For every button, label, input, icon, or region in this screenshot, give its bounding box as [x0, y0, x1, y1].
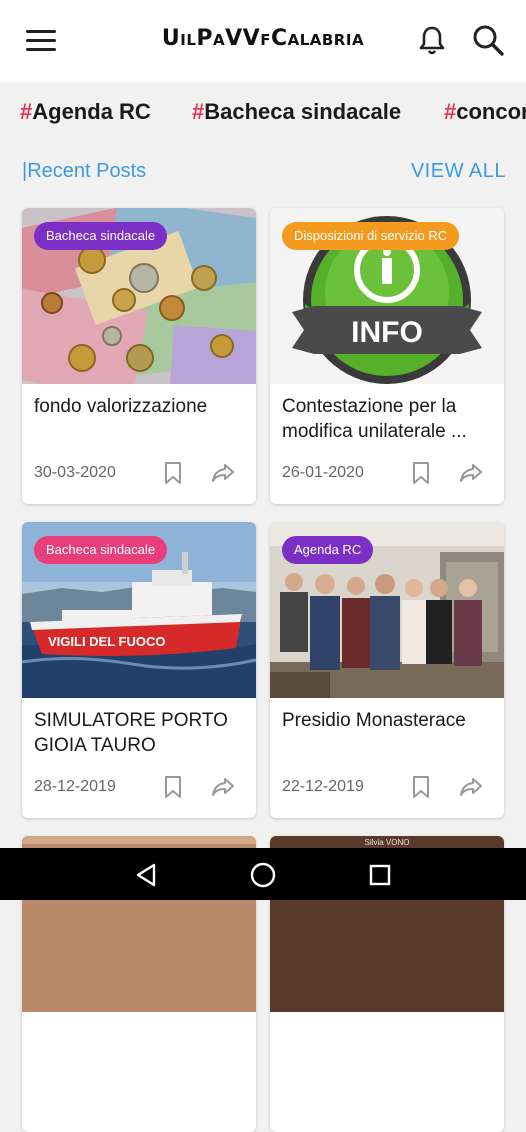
share-icon[interactable]	[210, 775, 236, 799]
share-icon[interactable]	[458, 461, 484, 485]
category-badge[interactable]: Bacheca sindacale	[34, 536, 168, 564]
fireboat-hull-text: VIGILI DEL FUOCO	[48, 634, 166, 649]
bookmark-icon[interactable]	[410, 774, 432, 800]
category-badge[interactable]: Agenda RC	[282, 536, 374, 564]
tag-scroller[interactable]: #Agenda RC #Bacheca sindacale #concor	[0, 82, 526, 142]
view-all-link[interactable]: VIEW ALL	[411, 160, 506, 183]
tag-label: Agenda RC	[32, 99, 151, 124]
post-title: fondo valorizzazione	[34, 396, 208, 417]
post-image-euro-money: Bacheca sindacale	[22, 208, 256, 384]
post-date: 28-12-2019	[34, 778, 116, 795]
post-date: 22-12-2019	[282, 778, 364, 795]
share-icon[interactable]	[458, 775, 484, 799]
post-title: SIMULATORE PORTO GIOIA TAURO	[34, 710, 228, 756]
section-title: |Recent Posts	[22, 160, 147, 182]
bookmark-icon[interactable]	[162, 774, 184, 800]
post-image-info: INFO Disposizioni di servizio RC	[270, 208, 504, 384]
post-image-group-photo: Agenda RC	[270, 522, 504, 698]
tag-agenda-rc[interactable]: #Agenda RC	[20, 99, 151, 125]
recents-icon[interactable]	[368, 863, 392, 887]
post-title: Presidio Monasterace	[282, 710, 466, 731]
bookmark-icon[interactable]	[410, 460, 432, 486]
tag-hash: #	[444, 99, 457, 124]
bookmark-icon[interactable]	[162, 460, 184, 486]
tag-hash: #	[20, 99, 33, 124]
post-card[interactable]: VIGILI DEL FUOCO Bacheca sindacale SIMUL…	[22, 522, 256, 818]
search-icon[interactable]	[470, 22, 506, 58]
bell-icon[interactable]	[414, 22, 450, 58]
back-icon[interactable]	[134, 862, 160, 888]
tag-concorsi[interactable]: #concor	[444, 99, 526, 125]
post-card[interactable]: INFO Disposizioni di servizio RC Contest…	[270, 208, 504, 504]
tag-label: Bacheca sindacale	[204, 99, 402, 124]
top-app-bar: UilPaVVfCalabria	[0, 0, 526, 82]
recent-posts-header: |Recent Posts VIEW ALL	[22, 158, 506, 188]
category-badge[interactable]: Disposizioni di servizio RC	[282, 222, 460, 250]
post-title: Contestazione per la modifica unilateral…	[282, 396, 467, 442]
system-navigation-bar	[0, 848, 526, 900]
post-date: 26-01-2020	[282, 464, 364, 481]
post-card[interactable]: Bacheca sindacale fondo valorizzazione 3…	[22, 208, 256, 504]
post-card[interactable]: Agenda RC Presidio Monasterace 22-12-201…	[270, 522, 504, 818]
tag-bacheca-sindacale[interactable]: #Bacheca sindacale	[192, 99, 401, 125]
home-icon[interactable]	[249, 861, 277, 889]
tag-label: concor	[456, 99, 526, 124]
post-date: 30-03-2020	[34, 464, 116, 481]
post-image-fireboat: VIGILI DEL FUOCO Bacheca sindacale	[22, 522, 256, 698]
partial-image-text: Silvia VONO	[365, 838, 410, 847]
share-icon[interactable]	[210, 461, 236, 485]
info-image-text: INFO	[351, 316, 423, 349]
category-badge[interactable]: Bacheca sindacale	[34, 222, 168, 250]
tag-hash: #	[192, 99, 205, 124]
